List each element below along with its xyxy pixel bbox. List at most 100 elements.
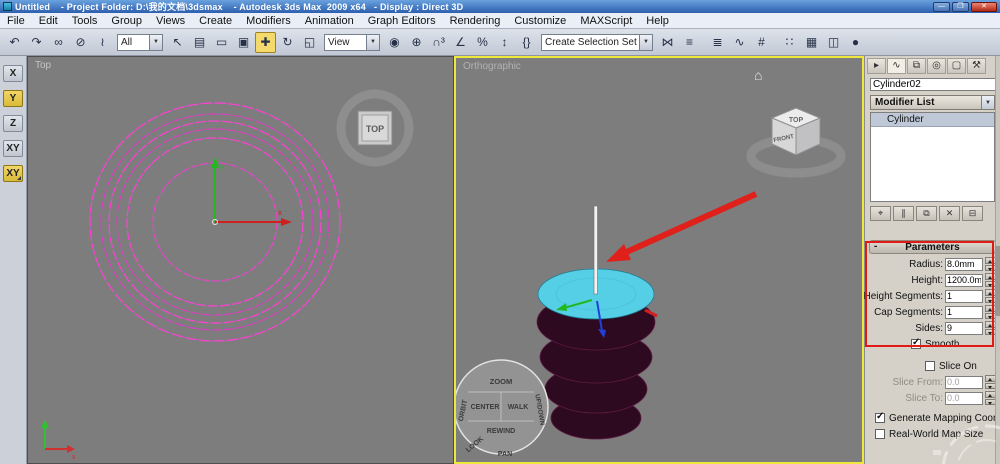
menu-item-customize[interactable]: Customize [507,13,573,28]
menu-item-graph-editors[interactable]: Graph Editors [361,13,443,28]
slice-from-field[interactable] [945,375,983,389]
panel-scrollbar-thumb[interactable] [995,246,1000,316]
rectangular-selection-region-icon[interactable]: ▭ [211,32,232,53]
snaps-toggle-icon[interactable]: ∩³ [428,32,449,53]
viewcube-top-face[interactable]: TOP [366,124,384,134]
cap-segments-field[interactable] [945,305,983,319]
steering-wheel[interactable]: ZOOM CENTER WALK REWIND ORBIT LOOK UP/DO… [456,359,549,458]
generate-mapping-checkbox[interactable] [875,411,885,423]
menu-item-create[interactable]: Create [192,13,239,28]
schematic-view-icon[interactable]: # [751,32,772,53]
panel-scrollbar[interactable] [995,56,1000,464]
quick-render-icon[interactable]: ● [845,32,866,53]
reference-coordinate-system-dropdown[interactable]: View [324,33,380,51]
redo-icon[interactable]: ↷ [26,32,47,53]
dropdown-arrow-icon[interactable] [639,34,652,50]
select-and-move-icon[interactable]: ✚ [255,31,276,53]
stacked-object[interactable] [536,268,656,440]
render-setup-icon[interactable]: ▦ [801,32,822,53]
menu-item-tools[interactable]: Tools [65,13,105,28]
percent-snap-icon[interactable]: % [472,32,493,53]
select-and-scale-icon[interactable]: ◱ [299,32,320,53]
named-selection-set-combo[interactable]: Create Selection Set [541,33,653,51]
modify-tab[interactable]: ∿ [887,57,906,74]
layer-manager-icon[interactable]: ≣ [707,32,728,53]
remove-modifier-icon[interactable]: ✕ [939,206,960,221]
viewcube-top-face[interactable]: TOP [789,117,804,124]
viewport-top-label[interactable]: Top [35,60,51,71]
select-by-name-icon[interactable]: ▤ [189,32,210,53]
utilities-tab[interactable]: ⚒ [967,57,986,74]
menu-item-group[interactable]: Group [104,13,149,28]
edit-named-selection-sets-icon[interactable]: {} [516,32,537,53]
minimize-button[interactable]: — [933,1,950,12]
mirror-icon[interactable]: ⋈ [657,32,678,53]
viewport-orthographic[interactable]: Orthographic TOP FRONT ⌂ ZOOM CENTER WAL… [454,56,864,464]
make-unique-icon[interactable]: ⧉ [916,206,937,221]
restrict-z-button[interactable]: Z [3,115,23,132]
configure-modifier-sets-icon[interactable]: ⊟ [962,206,983,221]
sides-field[interactable] [945,321,983,335]
show-end-result-icon[interactable]: ∥ [893,206,914,221]
viewcube[interactable]: TOP [336,89,414,167]
create-tab[interactable]: ▸ [867,57,886,74]
select-and-link-icon[interactable]: ∞ [48,32,69,53]
menu-item-animation[interactable]: Animation [298,13,361,28]
menu-item-help[interactable]: Help [639,13,676,28]
wheel-walk-button[interactable]: WALK [508,404,529,411]
maximize-button[interactable]: ❐ [952,1,969,12]
window-crossing-icon[interactable]: ▣ [233,32,254,53]
restrict-x-button[interactable]: X [3,65,23,82]
use-pivot-point-center-icon[interactable]: ◉ [384,32,405,53]
undo-icon[interactable]: ↶ [4,32,25,53]
dropdown-arrow-icon[interactable] [149,34,162,50]
wheel-center-button[interactable]: CENTER [471,404,500,411]
curve-editor-icon[interactable]: ∿ [729,32,750,53]
display-tab[interactable]: ▢ [947,57,966,74]
wheel-rewind-button[interactable]: REWIND [487,428,515,435]
move-gizmo[interactable]: y x [211,157,292,226]
viewcube[interactable]: TOP FRONT [746,107,846,178]
hierarchy-tab[interactable]: ⧉ [907,57,926,74]
wheel-zoom-button[interactable]: ZOOM [490,377,513,386]
home-icon[interactable]: ⌂ [754,67,762,83]
spinner-snap-icon[interactable]: ↕ [494,32,515,53]
menu-item-edit[interactable]: Edit [32,13,65,28]
wheel-pan-button[interactable]: PAN [498,451,512,458]
object-name-field[interactable] [870,77,1000,91]
menu-item-modifiers[interactable]: Modifiers [239,13,298,28]
restrict-y-button[interactable]: Y [3,90,23,107]
modifier-list-dropdown[interactable]: Modifier List [870,95,995,110]
cylinder02-object[interactable] [593,205,598,295]
real-world-checkbox[interactable] [875,429,885,439]
height-segments-field[interactable] [945,289,983,303]
unlink-selection-icon[interactable]: ⊘ [70,32,91,53]
smooth-checkbox[interactable] [911,337,921,349]
viewport-top[interactable]: Top y x TOP x [27,56,454,464]
radius-field[interactable] [945,257,983,271]
selection-filter-dropdown[interactable]: All [117,33,163,51]
viewport-ortho-label[interactable]: Orthographic [463,61,521,72]
dropdown-arrow-icon[interactable] [981,96,994,109]
restrict-xy-plane-button[interactable]: XY [3,140,23,157]
menu-item-maxscript[interactable]: MAXScript [573,13,639,28]
menu-item-rendering[interactable]: Rendering [443,13,508,28]
viewport-top-canvas[interactable]: y x TOP x [28,57,453,463]
bind-to-space-warp-icon[interactable]: ≀ [92,32,113,53]
select-and-manipulate-icon[interactable]: ⊕ [406,32,427,53]
rendered-frame-icon[interactable]: ◫ [823,32,844,53]
pin-stack-icon[interactable]: ⌖ [870,206,891,221]
motion-tab[interactable]: ◎ [927,57,946,74]
slice-on-checkbox[interactable] [925,361,935,371]
height-field[interactable] [945,273,983,287]
restrict-plane-flyout-button[interactable]: XY [3,165,23,182]
stack-item-cylinder[interactable]: Cylinder [871,113,994,127]
align-icon[interactable]: ≡ [679,32,700,53]
titlebar[interactable]: Untitled - Project Folder: D:\我的文档\3dsma… [0,0,1000,13]
menu-item-views[interactable]: Views [149,13,192,28]
slice-to-field[interactable] [945,391,983,405]
viewport-ortho-canvas[interactable]: TOP FRONT ⌂ ZOOM CENTER WALK REWIND ORBI… [456,58,862,462]
angle-snap-icon[interactable]: ∠ [450,32,471,53]
menu-item-file[interactable]: File [0,13,32,28]
select-and-rotate-icon[interactable]: ↻ [277,32,298,53]
